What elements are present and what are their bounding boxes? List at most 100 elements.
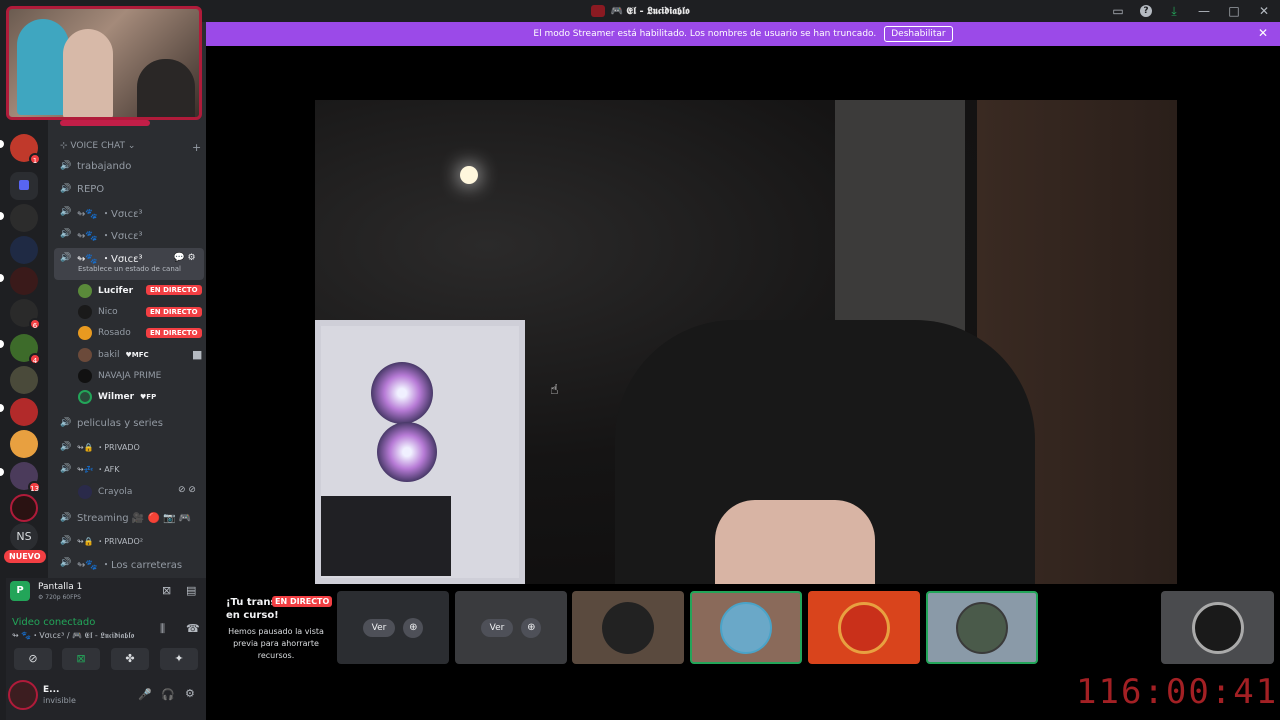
- voice-connected-channel[interactable]: ↬ 🐾・Vσιcε³ / 🎮 𝕰𝖑 - 𝕷𝖚𝖈𝖎𝖉𝖎𝖆𝖇𝖑𝖔: [12, 630, 134, 641]
- voice-user[interactable]: Wilmer ♥FP: [78, 388, 156, 406]
- camera-toggle-button[interactable]: ⊘: [14, 648, 52, 670]
- participant-avatar: [1191, 601, 1244, 654]
- mention-badge: 6: [29, 318, 41, 330]
- channel-repo[interactable]: 🔊 REPO: [60, 179, 104, 199]
- server-icon[interactable]: [10, 267, 38, 295]
- share-settings-icon[interactable]: ▤: [186, 584, 196, 597]
- popout-icon[interactable]: ⊕: [521, 617, 542, 638]
- unread-pill: [0, 340, 4, 348]
- live-badge: EN DIRECTO: [146, 307, 202, 317]
- download-icon[interactable]: ⤓: [1166, 4, 1182, 19]
- speaker-icon: 🔊: [60, 464, 72, 474]
- voice-user[interactable]: Nico: [78, 303, 118, 321]
- muted-icon: ⊘ ⊘: [178, 485, 196, 495]
- mouse-cursor-icon: ☝: [550, 382, 559, 398]
- streamer-mode-banner: El modo Streamer está habilitado. Los no…: [206, 22, 1280, 46]
- rgb-fan: [377, 422, 437, 482]
- voice-user[interactable]: Lucifer: [78, 282, 133, 300]
- participant-tile[interactable]: [926, 591, 1038, 664]
- chat-icon[interactable]: 💬 ⚙: [173, 253, 195, 263]
- rgb-fan: [371, 362, 433, 424]
- share-screen-button[interactable]: ⊠: [62, 648, 100, 670]
- participant-tile[interactable]: [1161, 591, 1274, 664]
- speaker-icon: 🔊: [60, 161, 72, 171]
- screen-quality: ⚙ 720p 60FPS: [38, 594, 81, 601]
- avatar: [78, 369, 92, 383]
- voice-connected-label[interactable]: Video conectado: [12, 617, 95, 628]
- stop-share-icon[interactable]: ⊠: [162, 584, 171, 597]
- sound-wave-icon[interactable]: ⫼: [160, 622, 165, 636]
- window-title: 🎮 𝕰𝖑 - 𝕷𝖚𝖈𝖎𝖉𝖎𝖆𝖇𝖑𝖔: [590, 5, 690, 17]
- channel-privado[interactable]: 🔊 ↬🔒 ・PRIVADO: [60, 437, 140, 457]
- channel-trabajando[interactable]: 🔊 trabajando: [60, 156, 131, 176]
- stream-thumb[interactable]: Ver ⊕: [337, 591, 449, 664]
- server-icon[interactable]: [10, 366, 38, 394]
- headphones-icon[interactable]: 🎧: [161, 688, 175, 701]
- mention-badge: 4: [29, 353, 41, 365]
- channel-privado2[interactable]: 🔊 ↬🔒 ・PRIVADO²: [60, 531, 143, 551]
- watch-button[interactable]: Ver: [480, 618, 514, 637]
- channel-afk[interactable]: 🔊 ↬💤 ・AFK: [60, 459, 120, 479]
- channel-voice-active[interactable]: 🔊 ↬🐾 ・Vσιcε³ 💬 ⚙ Establece un estado de ca…: [54, 248, 204, 280]
- close-banner-icon[interactable]: ✕: [1258, 26, 1268, 40]
- help-icon[interactable]: ?: [1140, 5, 1152, 17]
- server-icon[interactable]: [10, 430, 38, 458]
- server-icon[interactable]: [10, 398, 38, 426]
- channel-voice-2[interactable]: 🔊 ↬🐾 ・Vσιcε³: [60, 224, 142, 244]
- pc-case: [315, 320, 525, 584]
- server-ns[interactable]: NS: [10, 523, 38, 551]
- folder-icon[interactable]: [10, 172, 38, 200]
- avatar: [78, 284, 92, 298]
- stream-video[interactable]: [315, 100, 1177, 584]
- soundboard-button[interactable]: ✦: [160, 648, 198, 670]
- server-icon[interactable]: 13: [10, 462, 41, 493]
- unread-pill: [0, 274, 4, 282]
- channel-streaming[interactable]: 🔊 Streaming 🎥 🔴 📷 🎮: [60, 508, 191, 528]
- server-icon[interactable]: 4: [10, 334, 41, 365]
- live-badge: EN DIRECTO: [146, 285, 202, 295]
- inbox-icon[interactable]: ▭: [1110, 4, 1126, 18]
- channel-peliculas[interactable]: 🔊 peliculas y series: [60, 413, 163, 433]
- microphone-icon[interactable]: 🎤: [138, 688, 152, 701]
- participant-tile[interactable]: [690, 591, 802, 664]
- stream-thumb[interactable]: Ver ⊕: [455, 591, 567, 664]
- user-avatar[interactable]: [8, 680, 38, 710]
- speaker-icon: 🔊: [60, 442, 72, 452]
- voice-user[interactable]: Rosado: [78, 324, 131, 342]
- maximize-button[interactable]: □: [1226, 4, 1242, 18]
- server-icon[interactable]: [10, 494, 38, 522]
- disable-streamer-button[interactable]: Deshabilitar: [884, 26, 953, 42]
- close-window-button[interactable]: ✕: [1256, 4, 1272, 18]
- settings-icon[interactable]: ⚙: [185, 687, 195, 700]
- live-badge: EN DIRECTO: [146, 328, 202, 338]
- server-icon[interactable]: 6: [10, 299, 41, 330]
- gpu: [321, 496, 451, 576]
- channel-carreteras[interactable]: 🔊 ↬🐾 ・Los carreteras: [60, 553, 182, 573]
- participant-avatar: [720, 601, 772, 654]
- voice-user[interactable]: NAVAJA PRIME: [78, 367, 161, 385]
- server-icon[interactable]: [10, 236, 38, 264]
- participant-tile[interactable]: [808, 591, 920, 664]
- screen-share-icon: P: [10, 581, 30, 601]
- watch-button[interactable]: Ver: [362, 618, 396, 637]
- participant-tile[interactable]: [572, 591, 684, 664]
- channel-voice-1[interactable]: 🔊 ↬🐾 ・Vσιcε³: [60, 202, 142, 222]
- channel-status[interactable]: Establece un estado de canal: [60, 265, 181, 273]
- popout-icon[interactable]: ⊕: [403, 617, 424, 638]
- webcam-overlay: [6, 6, 202, 120]
- voice-user[interactable]: Crayola: [78, 483, 132, 501]
- unread-pill: [0, 468, 4, 476]
- activities-button[interactable]: ✤: [111, 648, 149, 670]
- minimize-button[interactable]: —: [1196, 4, 1212, 18]
- person: [137, 59, 195, 117]
- voice-user[interactable]: bakil ♥MFC: [78, 346, 149, 364]
- webcam-glow: [60, 120, 150, 126]
- category-voice-chat[interactable]: ⊹ VOICE CHAT ⌄: [60, 141, 135, 151]
- add-channel-icon[interactable]: +: [192, 141, 201, 154]
- mention-badge: 13: [28, 481, 41, 493]
- disconnect-icon[interactable]: ☎: [186, 622, 200, 635]
- server-icon[interactable]: [10, 204, 38, 232]
- server-icon[interactable]: 1: [10, 134, 41, 165]
- speaker-icon: 🔊: [60, 536, 72, 546]
- banner-text: El modo Streamer está habilitado. Los no…: [533, 29, 877, 39]
